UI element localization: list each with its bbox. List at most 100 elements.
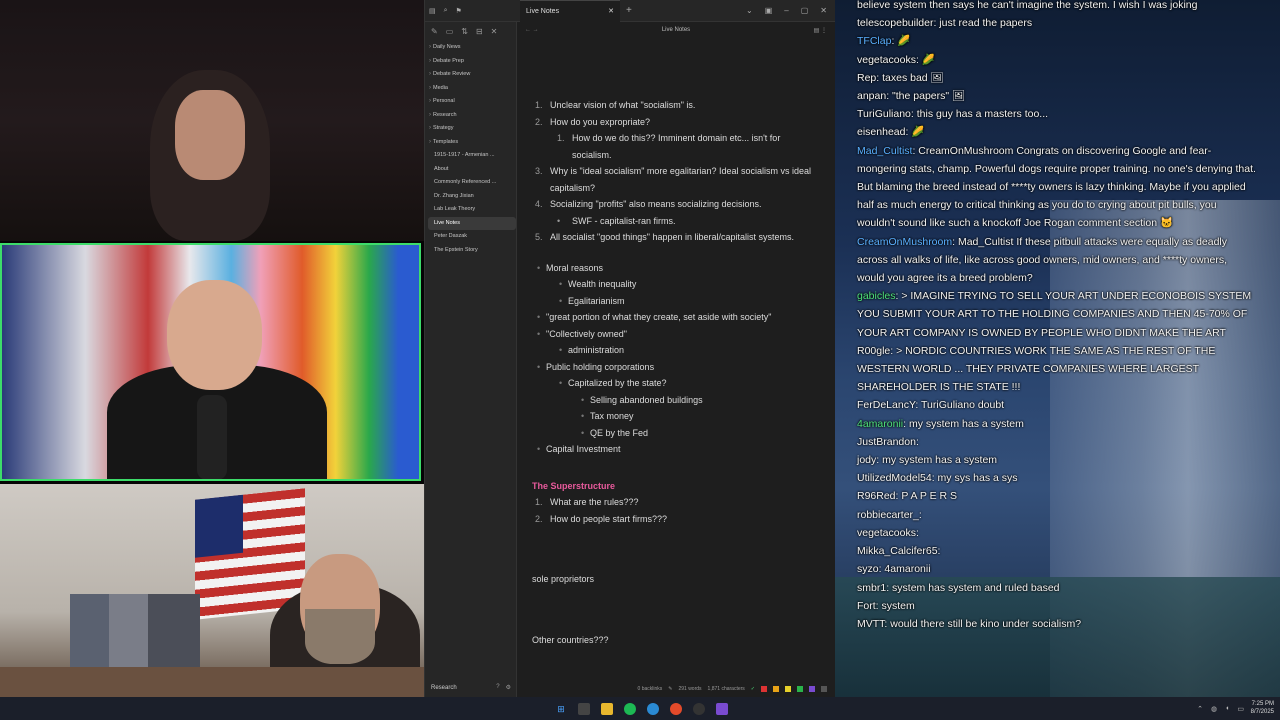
sidebar-toggle-icon[interactable]: ▤ (429, 7, 436, 15)
list-item-text: How do people start firms??? (550, 513, 668, 524)
tray-chevron-icon[interactable]: ⌃ (1197, 705, 1203, 713)
task-view-icon[interactable] (578, 702, 590, 715)
orange-swatch-icon[interactable] (773, 686, 779, 692)
close-icon[interactable]: ✕ (491, 27, 498, 36)
chat-message: smbr1: system has system and ruled based (857, 579, 1257, 597)
sidebar-item[interactable]: Live Notes (428, 216, 516, 230)
chat-username[interactable]: Mad_Cultist (857, 145, 912, 157)
chat-username[interactable]: Fort (857, 600, 876, 612)
sidebar-item[interactable]: Debate Review (428, 68, 516, 82)
tab-live-notes[interactable]: Live Notes ✕ (520, 0, 620, 22)
sidebar-item[interactable]: Lab Leak Theory (428, 203, 516, 217)
sidebar-item[interactable]: Templates (428, 136, 516, 150)
battery-icon[interactable]: ▭ (1237, 705, 1244, 713)
chat-username[interactable]: jody (857, 454, 876, 466)
red-swatch-icon[interactable] (761, 686, 767, 692)
chat-username[interactable]: smbr1 (857, 582, 886, 594)
chat-message: CreamOnMushroom: Mad_Cultist If these pi… (857, 233, 1257, 288)
help-icon[interactable]: ? (496, 684, 499, 691)
chat-message: vegetacooks: (857, 524, 1257, 542)
edge-icon[interactable] (647, 702, 659, 715)
chat-username[interactable]: Mikka_Calcifer65 (857, 545, 938, 557)
chat-message: telescopebuilder: just read the papers (857, 14, 1257, 32)
chat-text: : 🌽 (915, 53, 935, 66)
editor-pane[interactable]: ← → Live Notes ▤ ⋮ 1. Unclear vision of w… (517, 22, 835, 697)
new-tab-icon[interactable]: + (626, 5, 632, 16)
list-item: 1. What are the rules??? (532, 494, 812, 511)
bookmark-icon[interactable]: ⚑ (456, 7, 462, 15)
green-swatch-icon[interactable] (797, 686, 803, 692)
sidebar-item[interactable]: Commonly Referenced ... (428, 176, 516, 190)
chat-username[interactable]: eisenhead (857, 126, 905, 138)
sort-icon[interactable]: ⇅ (461, 27, 468, 36)
yellow-swatch-icon[interactable] (785, 686, 791, 692)
sidebar-item[interactable]: 1915-1917 - Armenian ... (428, 149, 516, 163)
settings-gear-icon[interactable]: ⚙ (506, 684, 511, 691)
chevron-down-icon[interactable]: ⌄ (746, 6, 753, 15)
chat-username[interactable]: FerDeLancY (857, 399, 915, 411)
host-3-beard (305, 609, 375, 664)
title-bar: ▤ ⌕ ⚑ Live Notes ✕ + ⌄ ▣ – ▢ ✕ (425, 0, 835, 22)
chat-username[interactable]: JustBrandon (857, 436, 916, 448)
note-content[interactable]: 1. Unclear vision of what "socialism" is.… (532, 97, 812, 648)
chat-username[interactable]: syzo (857, 563, 879, 575)
spotify-icon[interactable] (624, 702, 636, 715)
chat-username[interactable]: Rep (857, 72, 876, 84)
vault-switcher[interactable]: Research ? ⚙ (425, 684, 517, 691)
sidebar-item[interactable]: Research (428, 109, 516, 123)
microphone (197, 395, 227, 479)
collapse-icon[interactable]: ⊟ (476, 27, 483, 36)
chat-username[interactable]: TuriGuliano (857, 108, 911, 120)
backlinks-count[interactable]: 0 backlinks (638, 686, 663, 692)
chat-username[interactable]: vegetacooks (857, 527, 916, 539)
purple-swatch-icon[interactable] (809, 686, 815, 692)
new-folder-icon[interactable]: ▭ (446, 27, 454, 36)
chat-message: TuriGuliano: this guy has a masters too.… (857, 105, 1257, 123)
search-icon[interactable]: ⌕ (444, 7, 448, 15)
webcam-host-1 (0, 0, 424, 241)
sidebar-item[interactable]: Debate Prep (428, 55, 516, 69)
clock[interactable]: 7:25 PM 8/7/2025 (1251, 700, 1274, 716)
sidebar-item[interactable]: Strategy (428, 122, 516, 136)
chat-text: : > IMAGINE TRYING TO SELL YOUR ART UNDE… (857, 290, 1252, 339)
desk (0, 667, 424, 697)
sidebar-item[interactable]: Daily News (428, 41, 516, 55)
obs-icon[interactable] (693, 702, 705, 715)
sidebar-item[interactable]: Personal (428, 95, 516, 109)
chat-username[interactable]: TFClap (857, 35, 891, 47)
chrome-icon[interactable] (670, 702, 682, 715)
chat-username[interactable]: gabicles (857, 290, 896, 302)
chat-username[interactable]: anpan (857, 90, 886, 102)
chat-username[interactable]: telescopebuilder (857, 17, 933, 29)
gray-swatch-icon[interactable] (821, 686, 827, 692)
close-window-icon[interactable]: ✕ (820, 6, 827, 15)
chat-message: Mad_Cultist: CreamOnMushroom Congrats on… (857, 142, 1257, 233)
file-explorer-icon[interactable] (601, 702, 613, 715)
chat-username[interactable]: vegetacooks (857, 54, 916, 66)
minimize-icon[interactable]: – (784, 6, 788, 15)
chat-message: UtilizedModel54: my sys has a sys (857, 469, 1257, 487)
chat-username[interactable]: 4amaronii (857, 418, 903, 430)
chat-username[interactable]: robbiecarter_ (857, 509, 919, 521)
obsidian-icon[interactable] (716, 702, 728, 715)
sidebar-item[interactable]: About (428, 163, 516, 177)
more-options-icon[interactable]: ▤ ⋮ (767, 27, 827, 34)
sidebar-item[interactable]: The Epstein Story (428, 244, 516, 258)
host-2-face (167, 280, 262, 390)
wifi-icon[interactable]: ◍ (1211, 705, 1217, 713)
chat-username[interactable]: MVTT (857, 618, 884, 630)
chat-username[interactable]: UtilizedModel54 (857, 472, 932, 484)
new-note-icon[interactable]: ✎ (431, 27, 438, 36)
sidebar-item[interactable]: Media (428, 82, 516, 96)
sidebar-item[interactable]: Peter Daszak (428, 230, 516, 244)
layout-icon[interactable]: ▣ (765, 6, 773, 15)
chat-username[interactable]: CreamOnMushroom (857, 236, 952, 248)
chat-username[interactable]: R00gle (857, 345, 890, 357)
volume-icon[interactable]: ◖ (1225, 705, 1229, 713)
close-tab-icon[interactable]: ✕ (608, 7, 614, 15)
chat-username[interactable]: R96Red (857, 490, 896, 502)
start-windows-icon[interactable]: ⊞ (555, 703, 567, 715)
maximize-icon[interactable]: ▢ (801, 6, 809, 15)
nav-arrows-icon[interactable]: ← → (525, 27, 585, 33)
sidebar-item[interactable]: Dr. Zhang Jixian (428, 190, 516, 204)
